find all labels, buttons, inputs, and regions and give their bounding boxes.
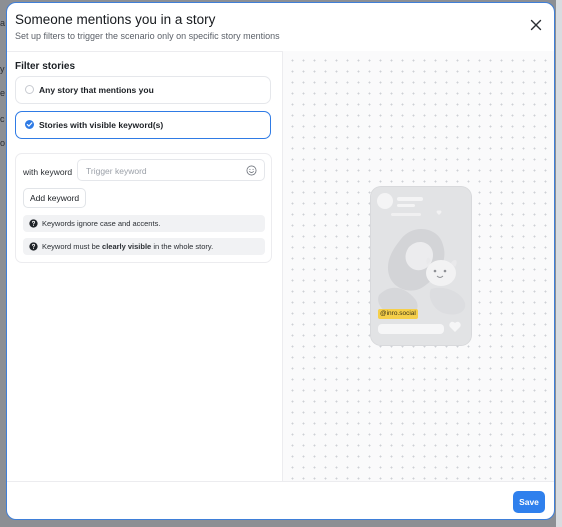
keyword-label: with keyword xyxy=(23,167,73,177)
modal-footer: Save xyxy=(7,481,554,519)
background-letter: c xyxy=(0,114,5,124)
story-preview-card: @inro.social xyxy=(371,187,471,345)
save-button[interactable]: Save xyxy=(513,491,545,513)
background-letter: a xyxy=(0,18,6,28)
story-illustration xyxy=(371,187,471,345)
info-clearly-visible: Keyword must be clearly visible in the w… xyxy=(23,238,265,255)
option-visible-keyword[interactable]: Stories with visible keyword(s) xyxy=(15,111,271,139)
keyword-input[interactable] xyxy=(84,163,238,179)
background-strip xyxy=(556,0,562,527)
filter-section-title: Filter stories xyxy=(15,61,76,72)
background-letter: e xyxy=(0,88,6,98)
info-text: Keywords ignore case and accents. xyxy=(42,219,161,228)
info-text-prefix: Keyword must be xyxy=(42,242,103,251)
radio-unchecked-icon xyxy=(25,85,34,94)
filter-panel: Filter stories Any story that mentions y… xyxy=(7,51,281,481)
option-any-story[interactable]: Any story that mentions you xyxy=(15,76,271,104)
option-label: Stories with visible keyword(s) xyxy=(39,120,164,130)
background-letter: o xyxy=(0,138,6,148)
info-text-suffix: in the whole story. xyxy=(151,242,214,251)
info-case-accents: Keywords ignore case and accents. xyxy=(23,215,265,232)
keyword-settings: with keyword Add keyword Keywords ignore… xyxy=(15,153,272,263)
info-text-bold: clearly visible xyxy=(102,242,152,251)
emoji-icon[interactable] xyxy=(246,165,257,176)
option-label: Any story that mentions you xyxy=(39,85,154,95)
close-button[interactable] xyxy=(528,17,544,33)
info-text: Keyword must be clearly visible in the w… xyxy=(42,242,213,251)
modal-title: Someone mentions you in a story xyxy=(15,12,216,27)
radio-checked-icon xyxy=(25,120,34,129)
mention-tag: @inro.social xyxy=(378,309,418,319)
story-preview-panel: @inro.social xyxy=(282,51,554,481)
check-icon xyxy=(26,122,33,127)
keyword-input-wrapper xyxy=(77,159,265,181)
background-letter: y xyxy=(0,64,5,74)
close-icon xyxy=(530,19,542,31)
question-icon xyxy=(29,242,38,251)
story-mention-modal: Someone mentions you in a story Set up f… xyxy=(6,2,555,520)
modal-subtitle: Set up filters to trigger the scenario o… xyxy=(15,31,280,41)
modal-header: Someone mentions you in a story Set up f… xyxy=(7,3,554,52)
add-keyword-button[interactable]: Add keyword xyxy=(23,188,87,208)
question-icon xyxy=(29,219,38,228)
